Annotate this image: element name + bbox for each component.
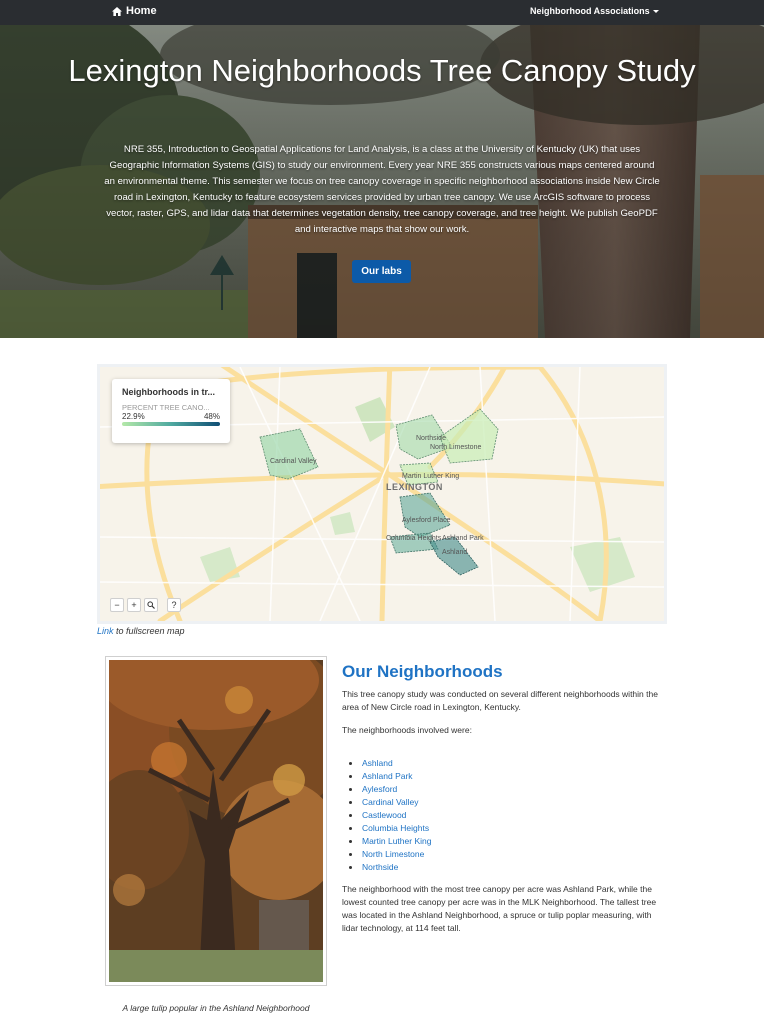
dropdown-label: Neighborhood Associations <box>530 6 650 16</box>
zoom-in-button[interactable]: + <box>127 598 141 612</box>
hero-description: NRE 355, Introduction to Geospatial Appl… <box>104 144 660 235</box>
hero-title: Lexington Neighborhoods Tree Canopy Stud… <box>68 53 696 88</box>
map-label-aylesford-place: Aylesford Place <box>402 517 451 524</box>
list-intro-paragraph: The neighborhoods involved were: <box>342 725 472 735</box>
hero-banner: Lexington Neighborhoods Tree Canopy Stud… <box>0 25 764 338</box>
our-labs-button[interactable]: Our labs <box>352 260 411 283</box>
map-label-northside: Northside <box>416 435 446 442</box>
tree-canopy-map[interactable]: Cardinal Valley Northside North Limeston… <box>97 364 667 624</box>
home-link[interactable]: Home <box>112 5 157 17</box>
legend-title: Neighborhoods in tr... <box>122 387 215 397</box>
legend-max: 48% <box>203 412 220 421</box>
zoom-out-button[interactable]: − <box>110 598 124 612</box>
map-label-cardinal-valley: Cardinal Valley <box>270 458 317 465</box>
neighborhood-link-martin-luther-king[interactable]: Martin Luther King <box>348 835 431 848</box>
summary-paragraph: The neighborhood with the most tree cano… <box>342 884 657 933</box>
help-button[interactable]: ? <box>167 598 181 612</box>
neighborhood-link-columbia-heights[interactable]: Columbia Heights <box>348 822 431 835</box>
map-label-north-limestone: North Limestone <box>430 444 482 451</box>
photo-frame <box>105 656 327 986</box>
legend-subtitle: PERCENT TREE CANO... <box>122 403 210 412</box>
neighborhood-link-cardinal-valley[interactable]: Cardinal Valley <box>348 796 431 809</box>
map-label-martin-luther-king: Martin Luther King <box>402 473 460 480</box>
neighborhood-link-aylesford[interactable]: Aylesford <box>348 783 431 796</box>
neighborhood-list: Ashland Ashland Park Aylesford Cardinal … <box>348 757 431 874</box>
map-label-columbia-heights: Columbia Heights <box>386 535 442 542</box>
map-caption-text: to fullscreen map <box>113 626 185 636</box>
search-button[interactable] <box>144 598 158 612</box>
neighborhood-associations-dropdown[interactable]: Neighborhood Associations <box>530 6 659 16</box>
legend-min: 22.9% <box>122 412 145 421</box>
map-controls: − + ? <box>110 598 181 612</box>
neighborhood-link-ashland-park[interactable]: Ashland Park <box>348 770 431 783</box>
top-navbar: Home Neighborhood Associations <box>0 0 764 25</box>
section-title: Our Neighborhoods <box>342 662 503 681</box>
neighborhood-link-northside[interactable]: Northside <box>348 861 431 874</box>
fullscreen-map-link[interactable]: Link <box>97 626 114 636</box>
neighborhood-link-ashland[interactable]: Ashland <box>348 757 431 770</box>
neighborhood-link-north-limestone[interactable]: North Limestone <box>348 848 431 861</box>
map-caption: Link to fullscreen map <box>97 626 185 636</box>
tulip-tree-photo <box>109 660 323 982</box>
intro-paragraph: This tree canopy study was conducted on … <box>342 689 658 712</box>
legend-color-ramp <box>122 422 220 426</box>
photo-caption: A large tulip popular in the Ashland Nei… <box>122 1003 310 1013</box>
home-label: Home <box>126 5 157 17</box>
home-icon <box>112 6 122 16</box>
legend-range: 22.9% 48% <box>122 412 220 421</box>
map-label-ashland: Ashland <box>442 549 468 556</box>
search-icon <box>147 601 155 609</box>
caret-down-icon <box>652 9 659 13</box>
map-label-ashland-park: Ashland Park <box>442 535 484 542</box>
map-legend[interactable]: Neighborhoods in tr... PERCENT TREE CANO… <box>112 379 230 443</box>
neighborhood-link-castlewood[interactable]: Castlewood <box>348 809 431 822</box>
map-label-lexington: LEXINGTON <box>386 482 443 492</box>
